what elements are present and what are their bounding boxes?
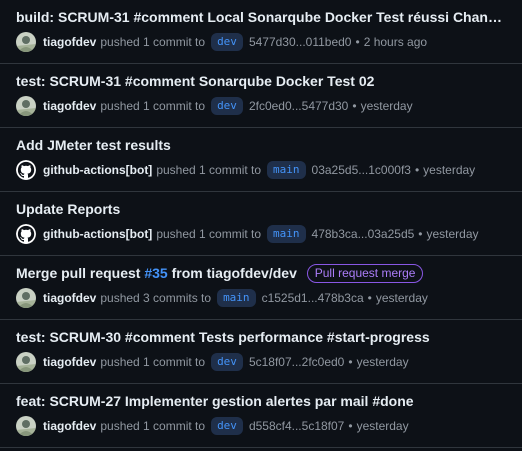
activity-meta: tiagofdev pushed 1 commit to dev 5477d30… (16, 32, 514, 52)
branch-label[interactable]: main (267, 225, 306, 243)
tiagofdev-avatar[interactable] (16, 416, 36, 436)
timestamp: yesterday (426, 227, 479, 241)
activity-item: feat: SCRUM-27 Implementer gestion alert… (0, 384, 522, 448)
commit-title[interactable]: test: SCRUM-31 #comment Sonarqube Docker… (16, 72, 506, 90)
activity-meta: tiagofdev pushed 3 commits to main c1525… (16, 288, 514, 308)
push-action-text: pushed 1 commit to (156, 227, 262, 241)
author-link[interactable]: tiagofdev (43, 99, 96, 113)
tiagofdev-avatar[interactable] (16, 32, 36, 52)
commit-range-link[interactable]: 5477d30...011bed0 (249, 35, 352, 49)
timestamp: yesterday (356, 419, 409, 433)
branch-label[interactable]: dev (211, 33, 243, 51)
commit-range-link[interactable]: 478b3ca...03a25d5 (312, 227, 415, 241)
tiagofdev-avatar[interactable] (16, 352, 36, 372)
branch-label[interactable]: main (267, 161, 306, 179)
pull-request-link[interactable]: #35 (144, 265, 167, 281)
timestamp: yesterday (356, 355, 409, 369)
activity-meta: tiagofdev pushed 1 commit to dev 2fc0ed0… (16, 96, 514, 116)
author-link[interactable]: tiagofdev (43, 291, 96, 305)
push-action-text: pushed 3 commits to (100, 291, 212, 305)
github-icon[interactable] (16, 224, 36, 244)
activity-meta: tiagofdev pushed 1 commit to dev d558cf4… (16, 416, 514, 436)
activity-list: build: SCRUM-31 #comment Local Sonarqube… (0, 0, 522, 451)
author-link[interactable]: tiagofdev (43, 419, 96, 433)
title-prefix[interactable]: Merge pull request (16, 265, 140, 281)
commit-range-link[interactable]: d558cf4...5c18f07 (249, 419, 344, 433)
activity-item: Merge pull request #35 from tiagofdev/de… (0, 256, 522, 320)
push-action-text: pushed 1 commit to (100, 355, 206, 369)
commit-title[interactable]: feat: SCRUM-27 Implementer gestion alert… (16, 392, 506, 410)
author-link[interactable]: github-actions[bot] (43, 227, 152, 241)
push-action-text: pushed 1 commit to (100, 99, 206, 113)
branch-label[interactable]: dev (211, 417, 243, 435)
activity-item: Update Reports github-actions[bot] pushe… (0, 192, 522, 256)
branch-label[interactable]: main (217, 289, 256, 307)
timestamp: yesterday (360, 99, 413, 113)
activity-meta: github-actions[bot] pushed 1 commit to m… (16, 160, 514, 180)
author-link[interactable]: tiagofdev (43, 35, 96, 49)
commit-title[interactable]: test: SCRUM-30 #comment Tests performanc… (16, 328, 506, 346)
timestamp: yesterday (375, 291, 428, 305)
separator: • (367, 291, 372, 305)
tiagofdev-avatar[interactable] (16, 288, 36, 308)
commit-title[interactable]: build: SCRUM-31 #comment Local Sonarqube… (16, 8, 506, 26)
separator: • (414, 163, 420, 177)
commit-title[interactable]: Update Reports (16, 200, 506, 218)
activity-item: test: SCRUM-31 #comment Sonarqube Docker… (0, 64, 522, 128)
pull-request-merge-badge: Pull request merge (306, 264, 424, 283)
separator: • (348, 419, 353, 433)
github-icon[interactable] (16, 160, 36, 180)
activity-meta: tiagofdev pushed 1 commit to dev 5c18f07… (16, 352, 514, 372)
commit-title[interactable]: Add JMeter test results (16, 136, 506, 154)
commit-range-link[interactable]: 2fc0ed0...5477d30 (249, 99, 348, 113)
commit-range-link[interactable]: c1525d1...478b3ca (262, 291, 364, 305)
activity-item: test: SCRUM-30 #comment Tests performanc… (0, 320, 522, 384)
timestamp: 2 hours ago (363, 35, 428, 49)
activity-item: Add JMeter test results github-actions[b… (0, 128, 522, 192)
author-link[interactable]: tiagofdev (43, 355, 96, 369)
push-action-text: pushed 1 commit to (100, 35, 206, 49)
push-action-text: pushed 1 commit to (100, 419, 206, 433)
separator: • (348, 355, 353, 369)
commit-range-link[interactable]: 03a25d5...1c000f3 (312, 163, 411, 177)
commit-title: Merge pull request #35 from tiagofdev/de… (16, 264, 506, 283)
activity-meta: github-actions[bot] pushed 1 commit to m… (16, 224, 514, 244)
tiagofdev-avatar[interactable] (16, 96, 36, 116)
separator: • (352, 99, 357, 113)
separator: • (355, 35, 360, 49)
title-suffix[interactable]: from tiagofdev/dev (172, 265, 297, 281)
branch-label[interactable]: dev (211, 97, 243, 115)
push-action-text: pushed 1 commit to (156, 163, 262, 177)
activity-item: build: SCRUM-31 #comment Local Sonarqube… (0, 0, 522, 64)
separator: • (418, 227, 423, 241)
branch-label[interactable]: dev (211, 353, 243, 371)
timestamp: yesterday (423, 163, 476, 177)
author-link[interactable]: github-actions[bot] (43, 163, 152, 177)
commit-range-link[interactable]: 5c18f07...2fc0ed0 (249, 355, 344, 369)
